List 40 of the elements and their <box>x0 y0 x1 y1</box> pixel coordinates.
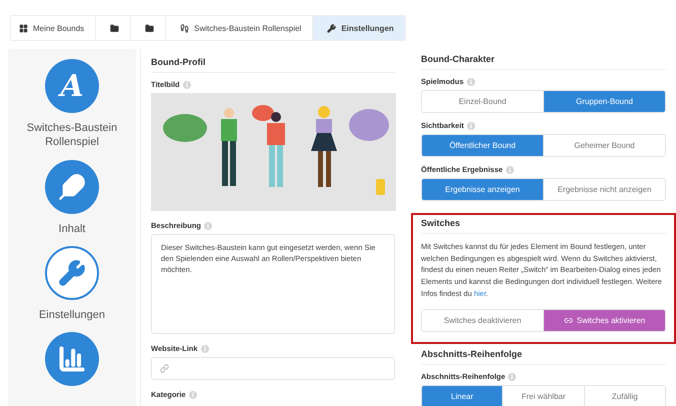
grid-icon <box>19 24 28 32</box>
info-icon <box>204 222 212 230</box>
option-button[interactable]: Linear <box>422 386 502 406</box>
info-icon <box>508 372 516 381</box>
sidebar-label: Inhalt <box>58 222 86 236</box>
option-button[interactable]: Gruppen-Bound <box>543 91 665 112</box>
sidebar-label: Einstellungen <box>38 308 106 322</box>
breadcrumb-item[interactable] <box>96 15 132 41</box>
option-button[interactable]: Zufällig <box>584 386 665 406</box>
panel-title: Bound-Profil <box>151 57 395 73</box>
section-title: Bound-Charakter <box>421 54 666 70</box>
section-title: Switches <box>421 218 666 234</box>
breadcrumb-item[interactable]: Meine Bounds <box>10 15 96 41</box>
letter-icon: A <box>60 68 84 104</box>
info-icon <box>506 166 514 174</box>
option-button[interactable]: Switches aktivieren <box>543 310 665 332</box>
info-icon <box>466 78 475 86</box>
link-input-field[interactable] <box>151 357 395 380</box>
bar-chart-icon <box>58 345 86 374</box>
option-button[interactable]: Geheimer Bound <box>543 135 665 156</box>
folder-icon <box>145 24 154 32</box>
info-icon <box>466 122 475 130</box>
breadcrumb-item[interactable]: Einstellungen <box>313 15 406 41</box>
breadcrumb-item[interactable]: Switches-Baustein Rollenspiel <box>166 15 314 41</box>
info-icon <box>182 80 191 88</box>
wrench-icon <box>58 258 86 287</box>
info-icon <box>188 390 197 398</box>
footprints-icon <box>180 24 190 32</box>
link-icon <box>160 364 169 373</box>
sidebar-label: Switches-Baustein Rollenspiel <box>26 121 118 150</box>
sidebar-nav-button[interactable]: A <box>45 59 99 113</box>
breadcrumb-item[interactable] <box>131 15 166 41</box>
option-button[interactable]: Ergebnisse nicht anzeigen <box>543 179 665 200</box>
folder-icon <box>110 24 120 32</box>
option-button[interactable]: Öffentlicher Bound <box>422 135 543 156</box>
wrench-icon <box>327 24 336 32</box>
option-button[interactable]: Ergebnisse anzeigen <box>422 179 543 200</box>
link-icon <box>564 316 573 326</box>
info-icon <box>200 344 209 352</box>
section-title: Abschnitts-Reihenfolge <box>421 349 666 366</box>
